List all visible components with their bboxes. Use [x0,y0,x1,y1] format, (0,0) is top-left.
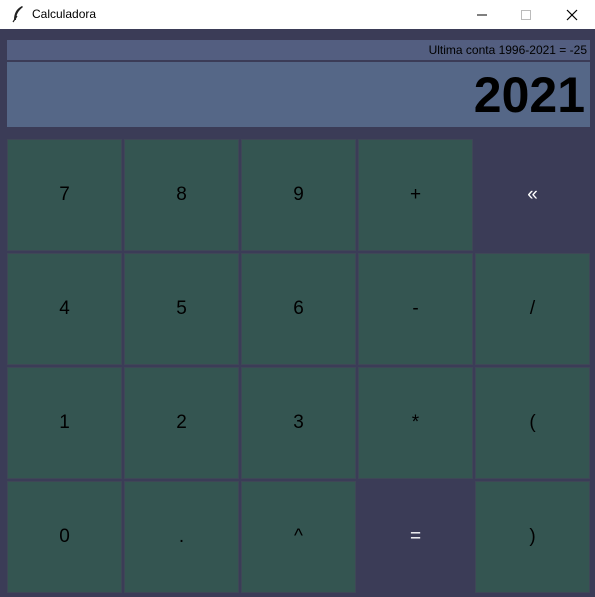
key-power[interactable]: ^ [241,481,356,593]
key-3[interactable]: 3 [241,367,356,479]
key-5[interactable]: 5 [124,253,239,365]
key-plus[interactable]: + [358,139,473,251]
feather-icon [10,5,26,23]
minimize-icon [477,14,487,15]
maximize-icon [521,9,531,20]
key-2[interactable]: 2 [124,367,239,479]
key-4[interactable]: 4 [7,253,122,365]
key-7[interactable]: 7 [7,139,122,251]
key-9[interactable]: 9 [241,139,356,251]
key-8[interactable]: 8 [124,139,239,251]
last-calculation: Ultima conta 1996-2021 = -25 [7,40,590,60]
key-1[interactable]: 1 [7,367,122,479]
key-left-paren[interactable]: ( [475,367,590,479]
key-minus[interactable]: - [358,253,473,365]
key-equals[interactable]: = [358,481,473,593]
maximize-button[interactable] [503,0,549,29]
close-icon [566,9,578,20]
key-6[interactable]: 6 [241,253,356,365]
display: 2021 [7,62,590,127]
key-dot[interactable]: . [124,481,239,593]
key-right-paren[interactable]: ) [475,481,590,593]
close-button[interactable] [549,0,595,29]
minimize-button[interactable] [459,0,505,29]
title-bar: Calculadora [0,0,595,29]
key-0[interactable]: 0 [7,481,122,593]
key-backspace[interactable]: « [475,139,590,251]
key-multiply[interactable]: * [358,367,473,479]
key-divide[interactable]: / [475,253,590,365]
window-title: Calculadora [32,7,97,21]
